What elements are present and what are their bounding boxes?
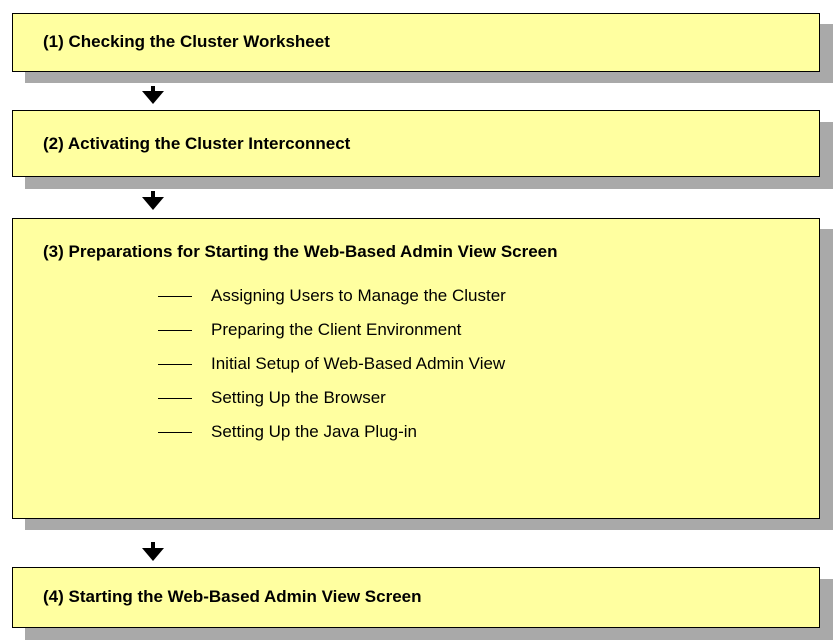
step-2-box: (2) Activating the Cluster Interconnect [12,110,820,177]
step-3-box: (3) Preparations for Starting the Web-Ba… [12,218,820,519]
arrow-2-to-3 [142,197,164,210]
connector-line [158,397,192,399]
substep-java-plugin: Setting Up the Java Plug-in [158,415,506,449]
step-2-title: (2) Activating the Cluster Interconnect [43,134,351,153]
substep-label: Assigning Users to Manage the Cluster [211,286,506,305]
connector-line [158,329,192,331]
step-1-box: (1) Checking the Cluster Worksheet [12,13,820,72]
substep-label: Initial Setup of Web-Based Admin View [211,354,506,373]
step-3-substeps: Assigning Users to Manage the Cluster Pr… [158,279,506,449]
arrow-1-to-2 [142,91,164,104]
substep-browser: Setting Up the Browser [158,381,506,415]
connector-line [158,295,192,297]
substep-initial-setup: Initial Setup of Web-Based Admin View [158,347,506,381]
arrow-3-to-4 [142,548,164,561]
step-4-box: (4) Starting the Web-Based Admin View Sc… [12,567,820,628]
step-1-title: (1) Checking the Cluster Worksheet [43,32,330,51]
substep-assigning-users: Assigning Users to Manage the Cluster [158,279,506,313]
connector-line [158,363,192,365]
step-4-title: (4) Starting the Web-Based Admin View Sc… [43,587,422,606]
substep-label: Preparing the Client Environment [211,320,462,339]
connector-line [158,431,192,433]
substep-client-environment: Preparing the Client Environment [158,313,506,347]
substep-label: Setting Up the Browser [211,388,386,407]
step-3-title: (3) Preparations for Starting the Web-Ba… [43,242,558,261]
substep-label: Setting Up the Java Plug-in [211,422,418,441]
